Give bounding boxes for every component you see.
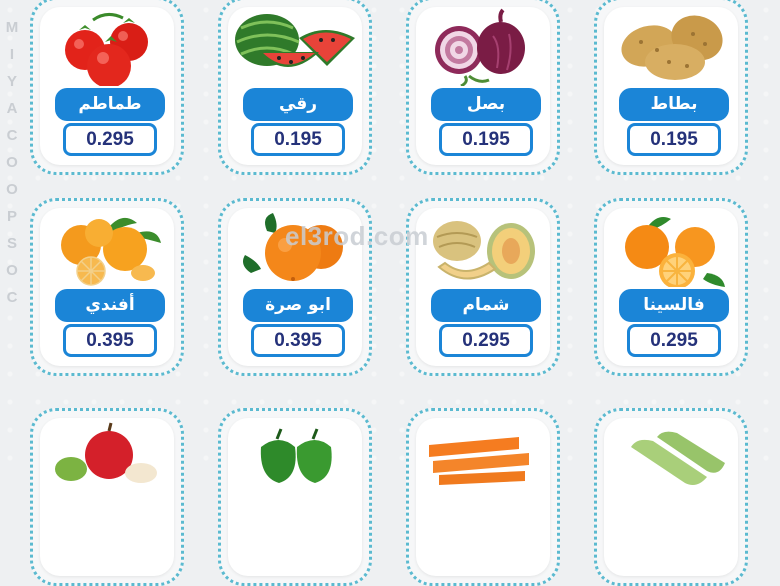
cantaloupe-icon: [409, 207, 557, 287]
side-letter: O: [6, 262, 18, 279]
product-price: 0.295: [627, 324, 721, 357]
tomato-icon: [33, 6, 181, 86]
side-letter: I: [9, 46, 15, 63]
product-card-tomato[interactable]: طماطم 0.295: [30, 0, 184, 175]
valencia-orange-icon: [597, 207, 745, 287]
watermelon-icon: [221, 6, 369, 86]
product-card-watermelon[interactable]: رقي 0.195: [218, 0, 372, 175]
product-card-cantaloupe[interactable]: شمام 0.295: [406, 198, 560, 376]
product-name: أفندي: [55, 289, 165, 322]
product-price: 0.395: [63, 324, 157, 357]
potato-icon: [597, 6, 745, 86]
product-price: 0.295: [439, 324, 533, 357]
product-name: طماطم: [55, 88, 165, 121]
product-card-valencia-orange[interactable]: فالسينا 0.295: [594, 198, 748, 376]
product-price: 0.195: [251, 123, 345, 156]
product-name: ابو صرة: [243, 289, 353, 322]
side-letter: O: [6, 181, 18, 198]
product-card-partial[interactable]: [30, 408, 184, 586]
side-letter: A: [6, 100, 18, 117]
onion-icon: [409, 6, 557, 86]
side-letter: O: [6, 154, 18, 171]
product-card-onion[interactable]: بصل 0.195: [406, 0, 560, 175]
side-letter: Y: [6, 73, 17, 90]
apple-icon: [33, 417, 181, 497]
product-price: 0.195: [439, 123, 533, 156]
product-price: 0.395: [251, 324, 345, 357]
product-name: بطاط: [619, 88, 729, 121]
side-letter: S: [6, 235, 17, 252]
product-price: 0.195: [627, 123, 721, 156]
product-name: رقي: [243, 88, 353, 121]
side-brand-text: M I Y A C O O P S O C: [4, 14, 20, 311]
product-name: شمام: [431, 289, 541, 322]
side-letter: C: [6, 289, 18, 306]
product-card-tangerine[interactable]: أفندي 0.395: [30, 198, 184, 376]
product-card-partial[interactable]: [218, 408, 372, 586]
watermark-text: el3rod.com: [285, 221, 429, 251]
side-letter: C: [6, 127, 18, 144]
zucchini-icon: [597, 417, 745, 497]
side-letter: P: [6, 208, 17, 225]
side-letter: M: [5, 19, 19, 36]
product-card-partial[interactable]: [594, 408, 748, 586]
product-card-partial[interactable]: [406, 408, 560, 586]
carrot-icon: [409, 417, 557, 497]
product-name: بصل: [431, 88, 541, 121]
product-card-potato[interactable]: بطاط 0.195: [594, 0, 748, 175]
product-price: 0.295: [63, 123, 157, 156]
tangerine-icon: [33, 207, 181, 287]
product-name: فالسينا: [619, 289, 729, 322]
bell-pepper-icon: [221, 417, 369, 497]
